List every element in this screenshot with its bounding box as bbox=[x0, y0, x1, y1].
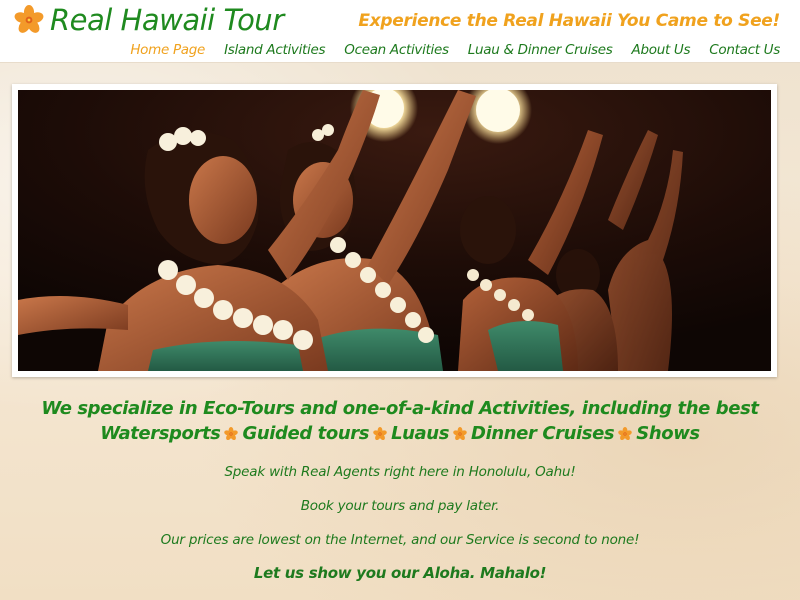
hibiscus-icon bbox=[224, 426, 239, 441]
nav-home-page[interactable]: Home Page bbox=[130, 42, 205, 58]
service-dinner-cruises: Dinner Cruises bbox=[471, 423, 615, 444]
hibiscus-icon bbox=[452, 426, 468, 441]
headline: We specialize in Eco-Tours and one-of-a-… bbox=[0, 396, 800, 446]
intro-content: We specialize in Eco-Tours and one-of-a-… bbox=[0, 396, 800, 582]
hero-frame bbox=[12, 84, 777, 377]
intro-paragraph: Book your tours and pay later. bbox=[300, 498, 500, 514]
nav-contact-us[interactable]: Contact Us bbox=[709, 42, 780, 58]
site-title[interactable]: Real Hawaii Tour bbox=[50, 3, 284, 37]
nav-island-activities[interactable]: Island Activities bbox=[224, 42, 325, 58]
nav-luau-dinner-cruises[interactable]: Luau & Dinner Cruises bbox=[468, 42, 613, 58]
closing-line: Let us show you our Aloha. Mahalo! bbox=[253, 564, 547, 582]
site-header: Real Hawaii Tour Experience the Real Haw… bbox=[0, 0, 800, 63]
headline-text: We specialize in Eco-Tours and one-of-a-… bbox=[41, 398, 759, 419]
hibiscus-icon bbox=[617, 426, 633, 441]
service-guided-tours: Guided tours bbox=[242, 423, 370, 444]
main-nav: Home Page Island Activities Ocean Activi… bbox=[111, 42, 780, 58]
service-shows: Shows bbox=[636, 423, 700, 444]
intro-paragraph: Speak with Real Agents right here in Hon… bbox=[224, 464, 576, 480]
service-luaus: Luaus bbox=[391, 423, 450, 444]
service-watersports: Watersports bbox=[100, 423, 221, 444]
nav-ocean-activities[interactable]: Ocean Activities bbox=[344, 42, 449, 58]
services-list: Watersports Guided tours Luaus Dinner Cr… bbox=[98, 421, 702, 446]
intro-paragraph: Our prices are lowest on the Internet, a… bbox=[160, 532, 640, 548]
site-logo[interactable]: Real Hawaii Tour bbox=[12, 0, 284, 40]
hula-dancers-photo bbox=[18, 90, 771, 371]
nav-about-us[interactable]: About Us bbox=[632, 42, 691, 58]
site-tagline: Experience the Real Hawaii You Came to S… bbox=[358, 11, 780, 31]
hibiscus-icon bbox=[13, 5, 45, 36]
hibiscus-icon bbox=[372, 426, 388, 441]
